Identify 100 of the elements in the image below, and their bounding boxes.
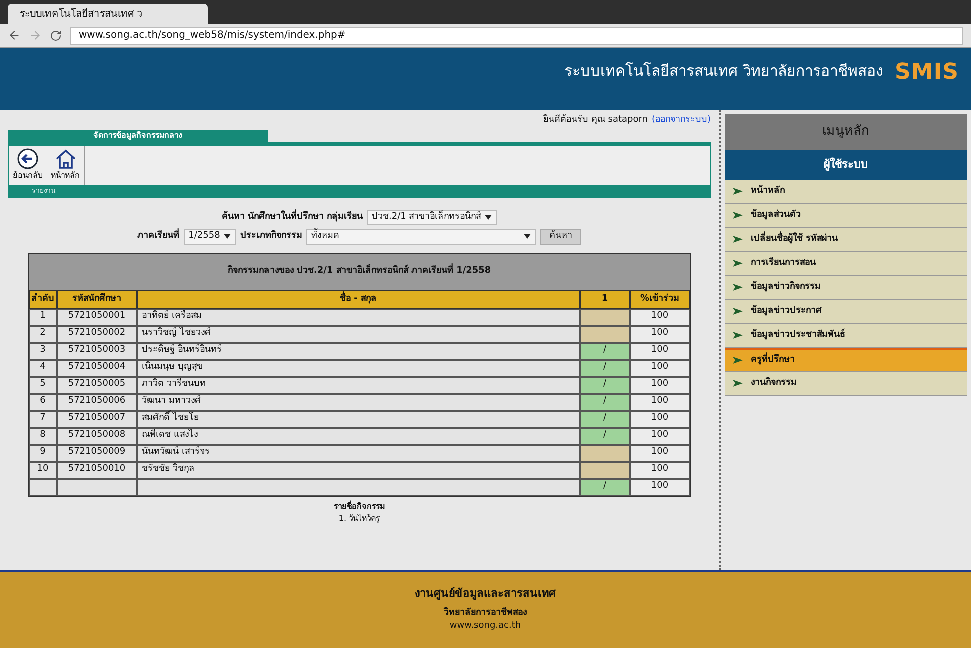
browser-tab[interactable]: ระบบเทคโนโลยีสารสนเทศ ว: [8, 4, 208, 24]
term-label: ภาคเรียนที่: [138, 230, 180, 244]
group-select[interactable]: ปวช.2/1 สาขาอิเล็กทรอนิกส์: [367, 210, 498, 225]
table-cell: วัฒนา มหาวงศ์: [137, 394, 580, 411]
table-cell: 100: [630, 343, 690, 360]
menu-label: ครูที่ปรึกษา: [751, 354, 795, 367]
site-logo: SMIS: [895, 59, 959, 87]
table-cell: 1: [29, 309, 57, 326]
table-cell: ภาวิต วารีชนบท: [137, 377, 580, 394]
table-cell: 7: [29, 411, 57, 428]
attendance-cell: /: [580, 377, 630, 394]
menu-label: เปลี่ยนชื่อผู้ใช้ รหัสผ่าน: [751, 232, 838, 246]
activity-list-title: รายชื่อกิจกรรม: [334, 501, 385, 513]
table-cell: 5721050006: [57, 394, 137, 411]
arrow-icon: [733, 332, 743, 339]
table-cell: 5721050001: [57, 309, 137, 326]
footer-college: วิทยาลัยการอาชีพสอง: [444, 606, 527, 620]
menu-item[interactable]: เปลี่ยนชื่อผู้ใช้ รหัสผ่าน: [725, 228, 967, 252]
section-tab[interactable]: จัดการข้อมูลกิจกรรมกลาง: [8, 130, 268, 142]
table-cell: 9: [29, 445, 57, 462]
activity-item: 1. วันไหว้ครู: [338, 513, 380, 525]
table-cell: 6: [29, 394, 57, 411]
menu-label: หน้าหลัก: [751, 184, 785, 198]
menu-item[interactable]: ข้อมูลข่าวประชาสัมพันธ์: [725, 324, 967, 348]
table-cell: 100: [630, 411, 690, 428]
column-header: 1: [580, 290, 630, 309]
menu-label: งานกิจกรรม: [751, 376, 797, 390]
table-cell: 3: [29, 343, 57, 360]
arrow-icon: [733, 380, 743, 387]
arrow-icon: [733, 308, 743, 315]
toolbar-button[interactable]: หน้าหลัก: [51, 148, 80, 182]
table-title: กิจกรรมกลางของ ปวช.2/1 สาขาอิเล็กทรอนิกส์ ภาคเรียนที่ 1/2558: [29, 254, 690, 290]
menu-item[interactable]: ข้อมูลส่วนตัว: [725, 204, 967, 228]
table-cell: 100: [630, 445, 690, 462]
table-cell: 100: [630, 479, 690, 496]
type-label: ประเภทกิจกรรม: [240, 230, 302, 243]
table-cell: 5721050005: [57, 377, 137, 394]
house-icon: [54, 148, 76, 170]
menu-item[interactable]: ข้อมูลข่าวประกาศ: [725, 300, 967, 324]
menu-label: การเรียนการสอน: [751, 256, 816, 270]
back-arrow-icon[interactable]: [8, 29, 21, 42]
table-cell: ชรัชชัย วิชกุล: [137, 462, 580, 479]
select-value: ปวช.2/1 สาขาอิเล็กทรอนิกส์: [372, 210, 482, 224]
table-cell: 5721050009: [57, 445, 137, 462]
term-select[interactable]: 1/2558: [184, 229, 236, 244]
menu-section: ผู้ใช้ระบบ: [725, 150, 967, 180]
table-cell: 100: [630, 326, 690, 343]
attendance-cell: /: [580, 343, 630, 360]
table-cell: 4: [29, 360, 57, 377]
menu-label: ข้อมูลข่าวกิจกรรม: [751, 280, 821, 294]
reload-icon[interactable]: [50, 30, 62, 42]
toolbar-button[interactable]: ย้อนกลับ: [13, 148, 43, 182]
menu-item[interactable]: ครูที่ปรึกษา: [725, 348, 967, 372]
table-cell: 100: [630, 428, 690, 445]
group-label: ค้นหา นักศึกษาในที่ปรึกษา กลุ่มเรียน: [222, 210, 364, 224]
table-cell: 100: [630, 377, 690, 394]
menu-title: เมนูหลัก: [725, 114, 967, 150]
arrow-icon: [733, 260, 743, 267]
table-cell: 2: [29, 326, 57, 343]
table-cell: สมศักดิ์ ไชยโย: [137, 411, 580, 428]
caret-icon: [524, 234, 532, 240]
table-cell: อาทิตย์ เครือสม: [137, 309, 580, 326]
url-field[interactable]: www.song.ac.th/song_web58/mis/system/index.php#: [70, 26, 963, 44]
arrow-icon: [733, 212, 743, 219]
table-cell: 5721050003: [57, 343, 137, 360]
attendance-cell: /: [580, 394, 630, 411]
menu-item[interactable]: การเรียนการสอน: [725, 252, 967, 276]
menu-item[interactable]: ข้อมูลข่าวกิจกรรม: [725, 276, 967, 300]
table-cell: 5721050010: [57, 462, 137, 479]
footer-title: งานศูนย์ข้อมูลและสารสนเทศ: [415, 586, 556, 602]
menu-item[interactable]: งานกิจกรรม: [725, 372, 967, 396]
table-cell: 100: [630, 309, 690, 326]
table-cell: 100: [630, 462, 690, 479]
table-cell: ณพีเดช แสงไง: [137, 428, 580, 445]
table-cell: นันทวัฒน์ เสาร์จร: [137, 445, 580, 462]
arrow-icon: [733, 188, 743, 195]
attendance-cell: /: [580, 411, 630, 428]
table-cell: 5: [29, 377, 57, 394]
welcome-text: ยินดีต้อนรับ คุณ sataporn: [544, 114, 648, 127]
table-cell: 5721050008: [57, 428, 137, 445]
type-select[interactable]: ทั้งหมด: [306, 229, 536, 244]
table-cell: 10: [29, 462, 57, 479]
table-cell: 8: [29, 428, 57, 445]
column-header: ลำดับ: [29, 290, 57, 309]
arrow-icon: [733, 236, 743, 243]
logout-link[interactable]: (ออกจากระบบ): [652, 114, 711, 128]
site-title: ระบบเทคโนโลยีสารสนเทศ วิทยาลัยการอาชีพสอง: [564, 61, 884, 82]
select-value: 1/2558: [188, 230, 220, 243]
attendance-cell: /: [580, 479, 630, 496]
table-cell: นราวิชญ์ ไชยวงศ์: [137, 326, 580, 343]
column-header: ชื่อ - สกุล: [137, 290, 580, 309]
table-cell: 5721050002: [57, 326, 137, 343]
column-header: %เข้าร่วม: [630, 290, 690, 309]
menu-label: ข้อมูลข่าวประชาสัมพันธ์: [751, 328, 845, 342]
table-cell: 100: [630, 394, 690, 411]
table-cell: ประดิษฐ์ อินทร์อินทร์: [137, 343, 580, 360]
table-cell: 5721050004: [57, 360, 137, 377]
search-button[interactable]: ค้นหา: [540, 229, 582, 244]
menu-item[interactable]: หน้าหลัก: [725, 180, 967, 204]
caret-icon: [485, 214, 492, 220]
